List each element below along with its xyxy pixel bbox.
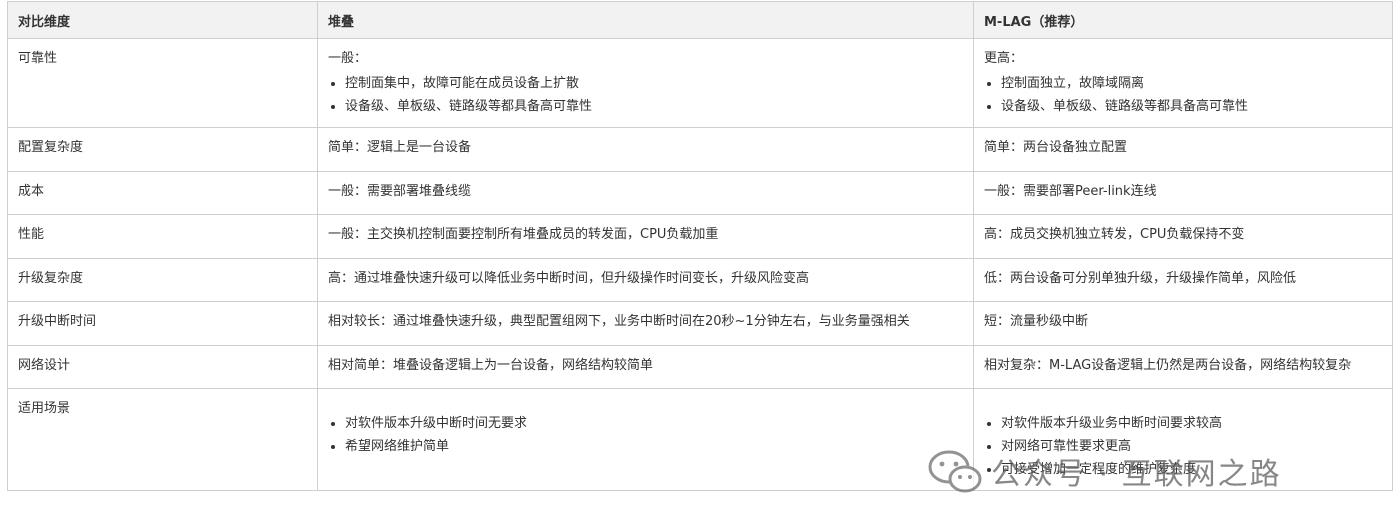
stack-cell: 对软件版本升级中断时间无要求 希望网络维护简单 xyxy=(317,388,974,491)
header-mlag: M-LAG（推荐） xyxy=(973,1,1393,39)
stack-cell: 高：通过堆叠快速升级可以降低业务中断时间，但升级操作时间变长，升级风险变高 xyxy=(317,258,974,302)
header-row: 对比维度 堆叠 M-LAG（推荐） xyxy=(7,1,1393,39)
dimension-cell: 成本 xyxy=(7,171,318,215)
stack-cell: 一般： 控制面集中，故障可能在成员设备上扩散 设备级、单板级、链路级等都具备高可… xyxy=(317,38,974,128)
mlag-cell: 低：两台设备可分别单独升级，升级操作简单，风险低 xyxy=(973,258,1393,302)
list-item: 对软件版本升级业务中断时间要求较高 xyxy=(1001,412,1382,435)
bullet-list: 对软件版本升级中断时间无要求 希望网络维护简单 xyxy=(328,412,963,458)
list-item: 对软件版本升级中断时间无要求 xyxy=(345,412,963,435)
stack-cell: 简单：逻辑上是一台设备 xyxy=(317,127,974,172)
cell-intro: 更高： xyxy=(984,51,1024,66)
dimension-cell: 网络设计 xyxy=(7,345,318,389)
list-item: 控制面独立，故障域隔离 xyxy=(1001,72,1382,95)
mlag-cell: 一般：需要部署Peer-link连线 xyxy=(973,171,1393,215)
mlag-cell: 对软件版本升级业务中断时间要求较高 对网络可靠性要求更高 可接受增加一定程度的维… xyxy=(973,388,1393,491)
stack-cell: 一般：需要部署堆叠线缆 xyxy=(317,171,974,215)
cell-intro: 一般： xyxy=(328,51,368,66)
mlag-cell: 简单：两台设备独立配置 xyxy=(973,127,1393,172)
stack-cell: 一般：主交换机控制面要控制所有堆叠成员的转发面，CPU负载加重 xyxy=(317,214,974,259)
list-item: 控制面集中，故障可能在成员设备上扩散 xyxy=(345,72,963,95)
header-dimension: 对比维度 xyxy=(7,1,318,39)
mlag-cell: 相对复杂：M-LAG设备逻辑上仍然是两台设备，网络结构较复杂 xyxy=(973,345,1393,389)
bullet-list: 对软件版本升级业务中断时间要求较高 对网络可靠性要求更高 可接受增加一定程度的维… xyxy=(984,412,1382,481)
dimension-cell: 可靠性 xyxy=(7,38,318,128)
list-item: 设备级、单板级、链路级等都具备高可靠性 xyxy=(345,95,963,118)
list-item: 可接受增加一定程度的维护复杂度 xyxy=(1001,458,1382,481)
mlag-cell: 短：流量秒级中断 xyxy=(973,301,1393,346)
table-row: 性能 一般：主交换机控制面要控制所有堆叠成员的转发面，CPU负载加重 高：成员交… xyxy=(7,214,1393,259)
dimension-cell: 适用场景 xyxy=(7,388,318,491)
dimension-cell: 升级复杂度 xyxy=(7,258,318,302)
stack-cell: 相对较长：通过堆叠快速升级，典型配置组网下，业务中断时间在20秒~1分钟左右，与… xyxy=(317,301,974,346)
comparison-table: 对比维度 堆叠 M-LAG（推荐） 可靠性 一般： 控制面集中，故障可能在成员设… xyxy=(7,1,1393,491)
list-item: 对网络可靠性要求更高 xyxy=(1001,435,1382,458)
dimension-cell: 升级中断时间 xyxy=(7,301,318,346)
dimension-cell: 性能 xyxy=(7,214,318,259)
table-row: 升级复杂度 高：通过堆叠快速升级可以降低业务中断时间，但升级操作时间变长，升级风… xyxy=(7,258,1393,302)
bullet-list: 控制面独立，故障域隔离 设备级、单板级、链路级等都具备高可靠性 xyxy=(984,72,1382,118)
table-row: 升级中断时间 相对较长：通过堆叠快速升级，典型配置组网下，业务中断时间在20秒~… xyxy=(7,301,1393,346)
dimension-cell: 配置复杂度 xyxy=(7,127,318,172)
list-item: 设备级、单板级、链路级等都具备高可靠性 xyxy=(1001,95,1382,118)
table-row: 成本 一般：需要部署堆叠线缆 一般：需要部署Peer-link连线 xyxy=(7,171,1393,215)
table-row: 配置复杂度 简单：逻辑上是一台设备 简单：两台设备独立配置 xyxy=(7,127,1393,172)
list-item: 希望网络维护简单 xyxy=(345,435,963,458)
stack-cell: 相对简单：堆叠设备逻辑上为一台设备，网络结构较简单 xyxy=(317,345,974,389)
bullet-list: 控制面集中，故障可能在成员设备上扩散 设备级、单板级、链路级等都具备高可靠性 xyxy=(328,72,963,118)
table-row: 适用场景 对软件版本升级中断时间无要求 希望网络维护简单 对软件版本升级业务中断… xyxy=(7,388,1393,491)
table-row: 网络设计 相对简单：堆叠设备逻辑上为一台设备，网络结构较简单 相对复杂：M-LA… xyxy=(7,345,1393,389)
mlag-cell: 更高： 控制面独立，故障域隔离 设备级、单板级、链路级等都具备高可靠性 xyxy=(973,38,1393,128)
mlag-cell: 高：成员交换机独立转发，CPU负载保持不变 xyxy=(973,214,1393,259)
table-row: 可靠性 一般： 控制面集中，故障可能在成员设备上扩散 设备级、单板级、链路级等都… xyxy=(7,38,1393,128)
header-stack: 堆叠 xyxy=(317,1,974,39)
